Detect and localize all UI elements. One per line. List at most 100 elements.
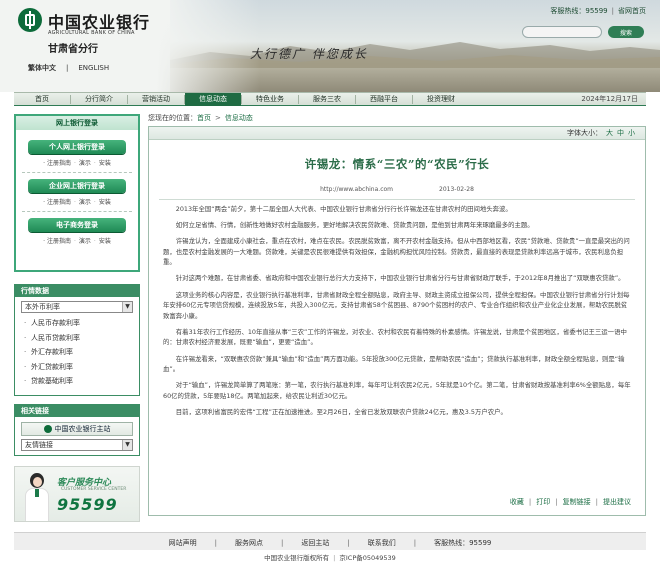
related-links-title: 相关链接 — [15, 405, 139, 417]
hotline-text: 客服热线：95599 — [550, 7, 608, 15]
font-size-bar: 字体大小： 大中小 — [149, 127, 645, 140]
rates-list: 人民币存款利率 人民币贷款利率 外汇存款利率 外汇贷款利率 贷款基础利率 — [24, 316, 139, 389]
rate-item-rmb-deposit[interactable]: 人民币存款利率 — [24, 316, 139, 331]
lang-english-link[interactable]: ENGLISH — [78, 64, 109, 72]
main-nav: 首页 分行简介 营销活动 信息动态 特色业务 服务三农 西融平台 投资理财 20… — [14, 92, 646, 106]
article-date: 2013-02-28 — [439, 186, 474, 193]
feedback-link[interactable]: 提出建议 — [603, 498, 631, 506]
demo-link[interactable]: 演示 — [79, 238, 91, 245]
branch-name: 甘肃省分行 — [48, 44, 98, 55]
breadcrumb-current[interactable]: 信息动态 — [225, 114, 253, 122]
nav-item-branch-intro[interactable]: 分行简介 — [71, 93, 127, 106]
breadcrumb-arrow: > — [215, 114, 221, 122]
copyright: 中国农业银行版权所有 | 京ICP备05049539 — [264, 554, 396, 562]
install-link[interactable]: 安装 — [99, 160, 111, 167]
rates-select[interactable]: 本外币利率 ▼ — [21, 301, 133, 313]
rate-item-lpr[interactable]: 贷款基础利率 — [24, 374, 139, 389]
footer-link-branches[interactable]: 服务网点 — [235, 539, 263, 547]
article-paragraph: 2013年全国“两会”前夕，第十二届全国人大代表、中国农业银行甘肃省分行行长许锡… — [175, 205, 512, 213]
font-size-medium[interactable]: 中 — [617, 129, 624, 137]
brand-name-en: AGRICULTURAL BANK OF CHINA — [48, 30, 135, 36]
rate-item-rmb-loan[interactable]: 人民币贷款利率 — [24, 331, 139, 346]
footer-link-contact[interactable]: 联系我们 — [368, 539, 396, 547]
rates-select-value: 本外币利率 — [25, 303, 60, 311]
rate-item-fx-deposit[interactable]: 外汇存款利率 — [24, 345, 139, 360]
copy-link[interactable]: 复制链接 — [563, 498, 591, 506]
friend-links-value: 友情链接 — [25, 441, 53, 449]
copyright-text: 中国农业银行版权所有 — [264, 554, 330, 562]
search-input[interactable] — [522, 26, 602, 38]
nav-item-xirong[interactable]: 西融平台 — [356, 93, 412, 106]
header-banner: 中国农业银行 AGRICULTURAL BANK OF CHINA 甘肃省分行 … — [0, 0, 660, 92]
service-number: 95599 — [57, 495, 118, 514]
breadcrumb-label: 您现在的位置： — [148, 114, 197, 122]
article-title: 许锡龙：情系“三农”的“农民”行长 — [304, 157, 490, 171]
article-body: 2013年全国“两会”前夕，第十二届全国人大代表、中国农业银行甘肃省分行行长许锡… — [163, 204, 631, 418]
personal-sub-links: · 注册指南 · 演示 · 安装 — [43, 160, 111, 167]
article-paragraph: 在许锡龙看来，“双联惠农贷款”兼具“输血”和“造血”两方面功能。5年投放300亿… — [163, 354, 625, 374]
register-guide-link[interactable]: 注册指南 — [47, 160, 71, 167]
footer-link-statement[interactable]: 网站声明 — [169, 539, 197, 547]
article-actions: 收藏 | 打印 | 复制链接 | 提出建议 — [509, 498, 631, 506]
nav-item-news[interactable]: 信息动态 — [185, 93, 241, 106]
top-links: 客服热线：95599 | 省网首页 — [550, 7, 646, 15]
chevron-down-icon: ▼ — [122, 302, 132, 312]
breadcrumb: 您现在的位置：首页 > 信息动态 — [148, 113, 253, 123]
article-panel: 字体大小： 大中小 许锡龙：情系“三农”的“农民”行长 http://www.ab… — [148, 126, 646, 516]
lang-traditional-link[interactable]: 繁体中文 — [28, 64, 56, 72]
favorite-link[interactable]: 收藏 — [510, 498, 524, 506]
online-banking-title: 网上银行登录 — [16, 116, 138, 130]
nav-item-marketing[interactable]: 营销活动 — [128, 93, 184, 106]
article-source: http://www.abchina.com — [320, 186, 394, 193]
ecommerce-sub-links: · 注册指南 · 演示 · 安装 — [43, 238, 111, 245]
abc-main-site-label: 中国农业银行主站 — [54, 425, 111, 433]
article-paragraph: 目前，这项利省富民的宏伟“工程”正在加速推进。至2月26日，全省已发放双联农户贷… — [175, 407, 507, 416]
article-paragraph: 如何立足省情、行情，创新性地做好农村金融服务，更好地解决农民贷款难、贷款贵问题，… — [175, 221, 534, 230]
online-banking-box: 网上银行登录 个人网上银行登录 · 注册指南 · 演示 · 安装 企业网上银行登录 · … — [14, 114, 140, 272]
search-button[interactable]: 搜索 — [608, 26, 644, 38]
abc-logo-icon — [43, 425, 52, 433]
abc-logo-icon — [18, 8, 42, 32]
install-link[interactable]: 安装 — [99, 199, 111, 206]
chevron-down-icon: ▼ — [122, 440, 132, 450]
service-agent-image — [23, 471, 51, 521]
corporate-sub-links: · 注册指南 · 演示 · 安装 — [43, 199, 111, 206]
friend-links-select[interactable]: 友情链接 ▼ — [21, 439, 133, 451]
service-subtitle: CUSTOMER SERVICE CENTER — [61, 487, 127, 492]
icp-number: 京ICP备05049539 — [339, 554, 396, 562]
home-link[interactable]: 省网首页 — [618, 7, 646, 15]
article-paragraph: 许锡龙认为，全面建成小康社会，重点在农村，难点在农民。农民脱贫致富，离不开农村金… — [163, 237, 630, 267]
breadcrumb-home[interactable]: 首页 — [197, 114, 211, 122]
footer-hotline: 客服热线：95599 — [434, 539, 492, 547]
demo-link[interactable]: 演示 — [79, 199, 91, 206]
language-switch: 繁体中文 | ENGLISH — [28, 64, 110, 72]
nav-item-agri-service[interactable]: 服务三农 — [299, 93, 355, 106]
font-size-large[interactable]: 大 — [606, 129, 613, 137]
install-link[interactable]: 安装 — [99, 238, 111, 245]
rates-title: 行情数据 — [15, 285, 139, 297]
rate-item-fx-loan[interactable]: 外汇贷款利率 — [24, 360, 139, 375]
nav-item-investment[interactable]: 投资理财 — [413, 93, 469, 106]
corporate-login-button[interactable]: 企业网上银行登录 — [28, 179, 126, 193]
customer-service-banner[interactable]: 客户服务中心 CUSTOMER SERVICE CENTER 95599 — [14, 466, 140, 522]
font-size-small[interactable]: 小 — [628, 129, 635, 137]
print-link[interactable]: 打印 — [536, 498, 550, 506]
abc-main-site-button[interactable]: 中国农业银行主站 — [21, 422, 133, 436]
article-paragraph: 针对这两个难题，在甘肃省委、省政府和中国农业银行总行大力支持下，中国农业银行甘肃… — [175, 274, 625, 283]
footer-link-main-site[interactable]: 返回主站 — [301, 539, 329, 547]
font-size-label: 字体大小： — [567, 129, 602, 137]
register-guide-link[interactable]: 注册指南 — [47, 199, 71, 206]
related-links-box: 相关链接 中国农业银行主站 友情链接 ▼ — [14, 404, 140, 456]
demo-link[interactable]: 演示 — [79, 160, 91, 167]
slogan: 大行德广 伴您成长 — [250, 47, 368, 61]
personal-login-button[interactable]: 个人网上银行登录 — [28, 140, 126, 154]
nav-item-home[interactable]: 首页 — [14, 93, 70, 106]
article-paragraph: 有着31年农行工作经历、10年直接从事“三农”工作的许锡龙，对农业、农村和农民有… — [163, 327, 627, 347]
nav-item-featured[interactable]: 特色业务 — [242, 93, 298, 106]
rates-box: 行情数据 本外币利率 ▼ 人民币存款利率 人民币贷款利率 外汇存款利率 外汇贷款… — [14, 284, 140, 396]
article-meta: http://www.abchina.com 2013-02-28 — [149, 186, 645, 193]
article-paragraph: 对于“输血”，许锡龙简单算了两笔账：第一笔，农行执行基准利率，每年可让利农民2亿… — [163, 381, 631, 400]
register-guide-link[interactable]: 注册指南 — [47, 238, 71, 245]
article-paragraph: 这项业务的核心内容是，农业银行执行基准利率，甘肃省财政全程全额贴息，政府主导、财… — [163, 290, 630, 320]
ecommerce-login-button[interactable]: 电子商务登录 — [28, 218, 126, 232]
